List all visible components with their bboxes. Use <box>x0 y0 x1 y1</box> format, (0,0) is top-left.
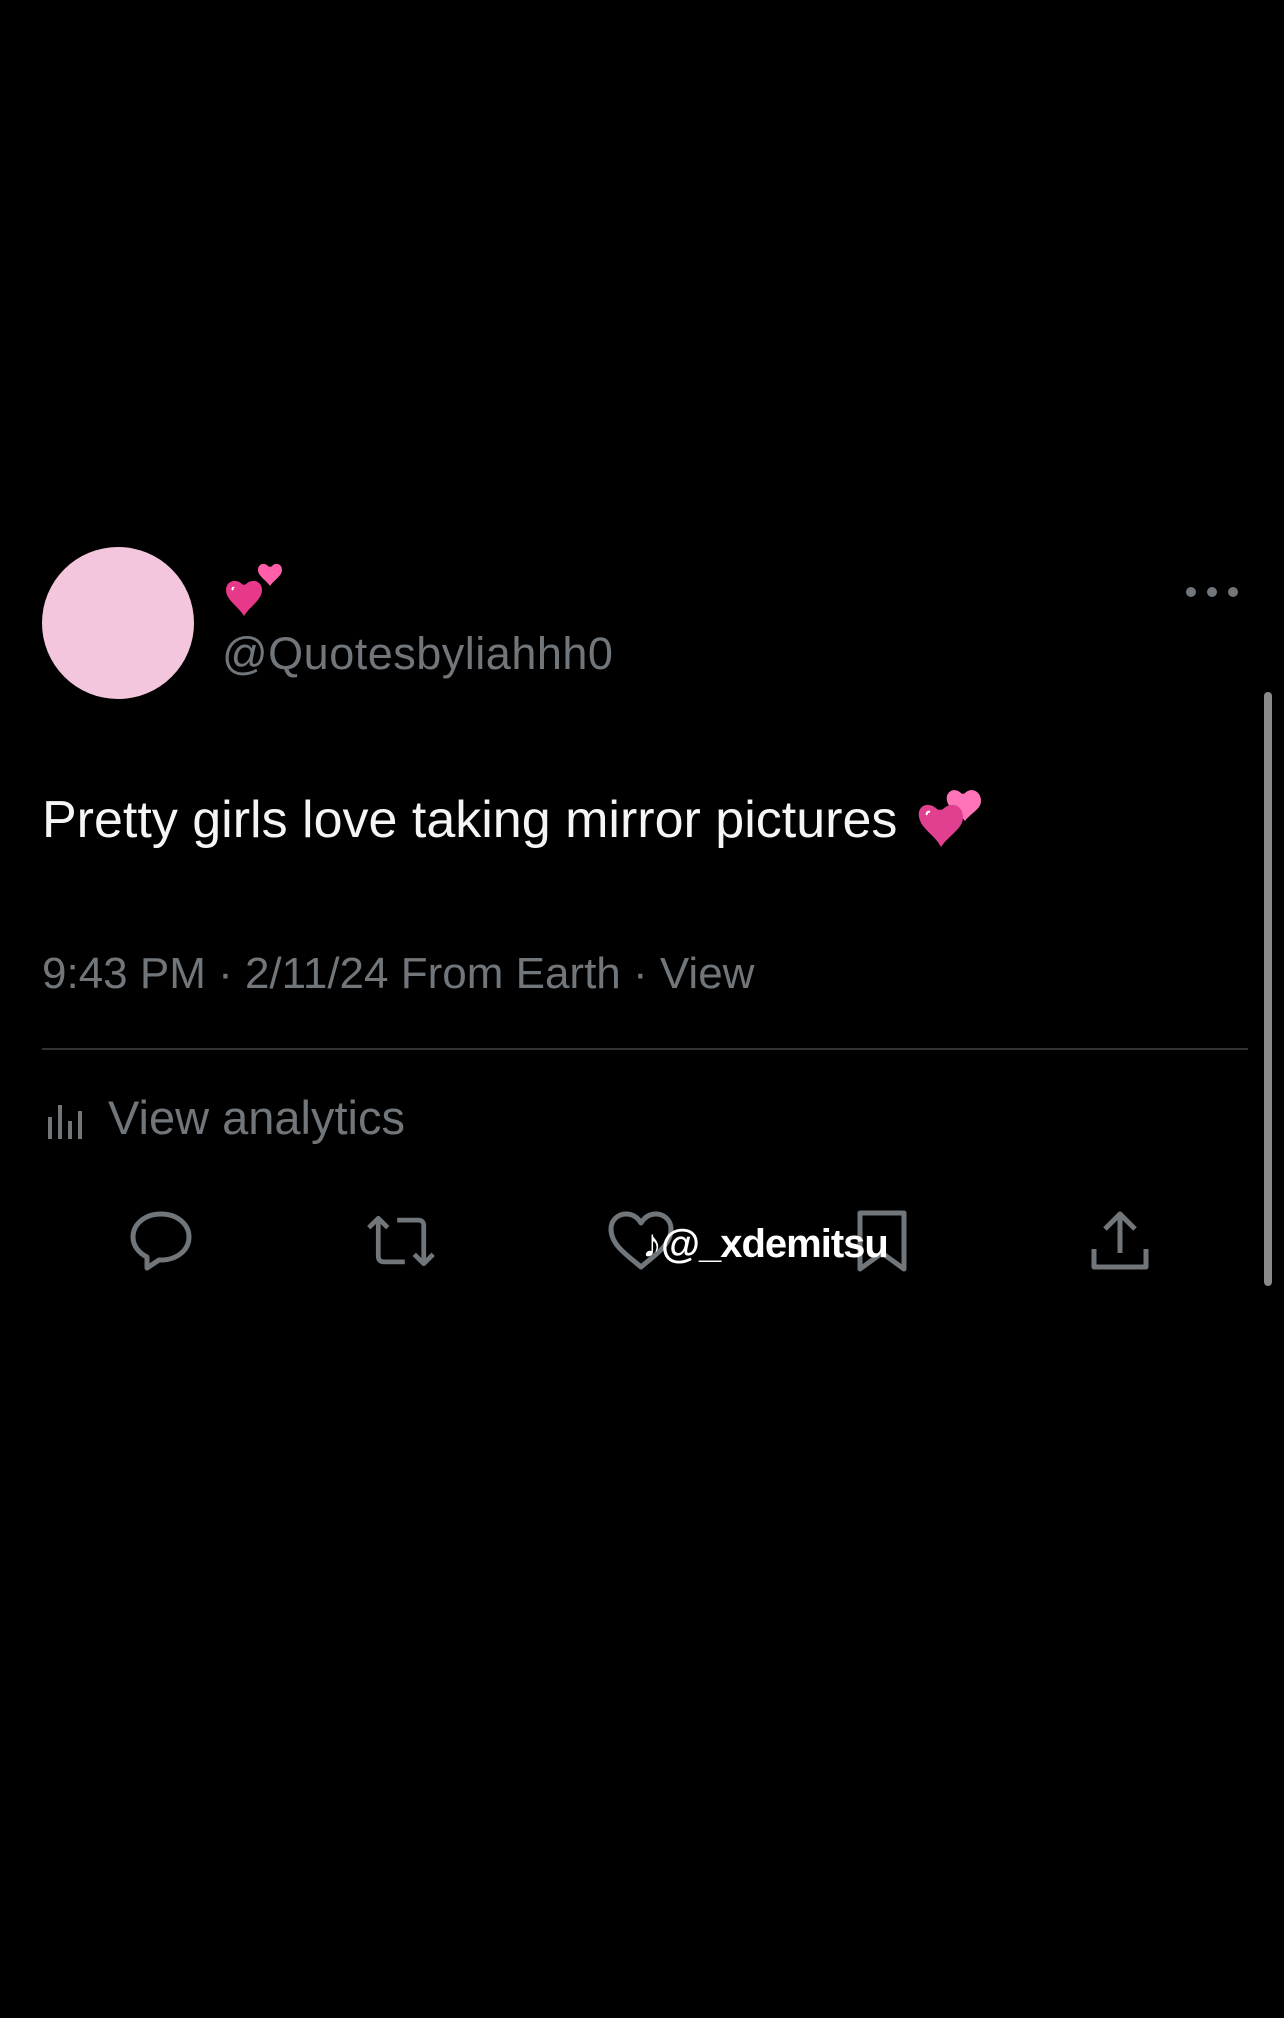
more-dot <box>1186 587 1196 597</box>
tweet-timestamp: 9:43 PM · 2/11/24 From Earth · View <box>42 949 755 998</box>
tiktok-watermark: ♪@_xdemitsu <box>642 1222 889 1267</box>
tweet-text: Pretty girls love taking mirror pictures <box>42 791 898 849</box>
more-dot <box>1228 587 1238 597</box>
retweet-button[interactable] <box>365 1205 437 1277</box>
scrollbar[interactable] <box>1264 692 1272 1286</box>
revolving-hearts-emoji <box>919 790 982 847</box>
view-analytics-link[interactable]: View analytics <box>46 1090 405 1145</box>
share-button[interactable] <box>1084 1205 1156 1277</box>
reply-icon <box>130 1211 192 1271</box>
share-icon <box>1091 1211 1149 1270</box>
watermark-text: @_xdemitsu <box>661 1222 889 1266</box>
heart-pair-emoji <box>226 563 282 616</box>
analytics-label: View analytics <box>108 1091 405 1144</box>
analytics-icon <box>48 1104 82 1139</box>
tweet-detail: @Quotesbyliahhh0 Pretty girls love takin… <box>0 0 1284 2018</box>
user-handle[interactable]: @Quotesbyliahhh0 <box>222 628 613 680</box>
divider <box>42 1048 1248 1050</box>
tiktok-icon: ♪ <box>642 1222 662 1266</box>
tweet-body: Pretty girls love taking mirror pictures <box>42 787 983 853</box>
retweet-icon <box>367 1215 435 1267</box>
more-dot <box>1207 587 1217 597</box>
more-options-icon[interactable] <box>1186 572 1238 612</box>
avatar[interactable] <box>42 547 194 699</box>
reply-button[interactable] <box>125 1205 197 1277</box>
